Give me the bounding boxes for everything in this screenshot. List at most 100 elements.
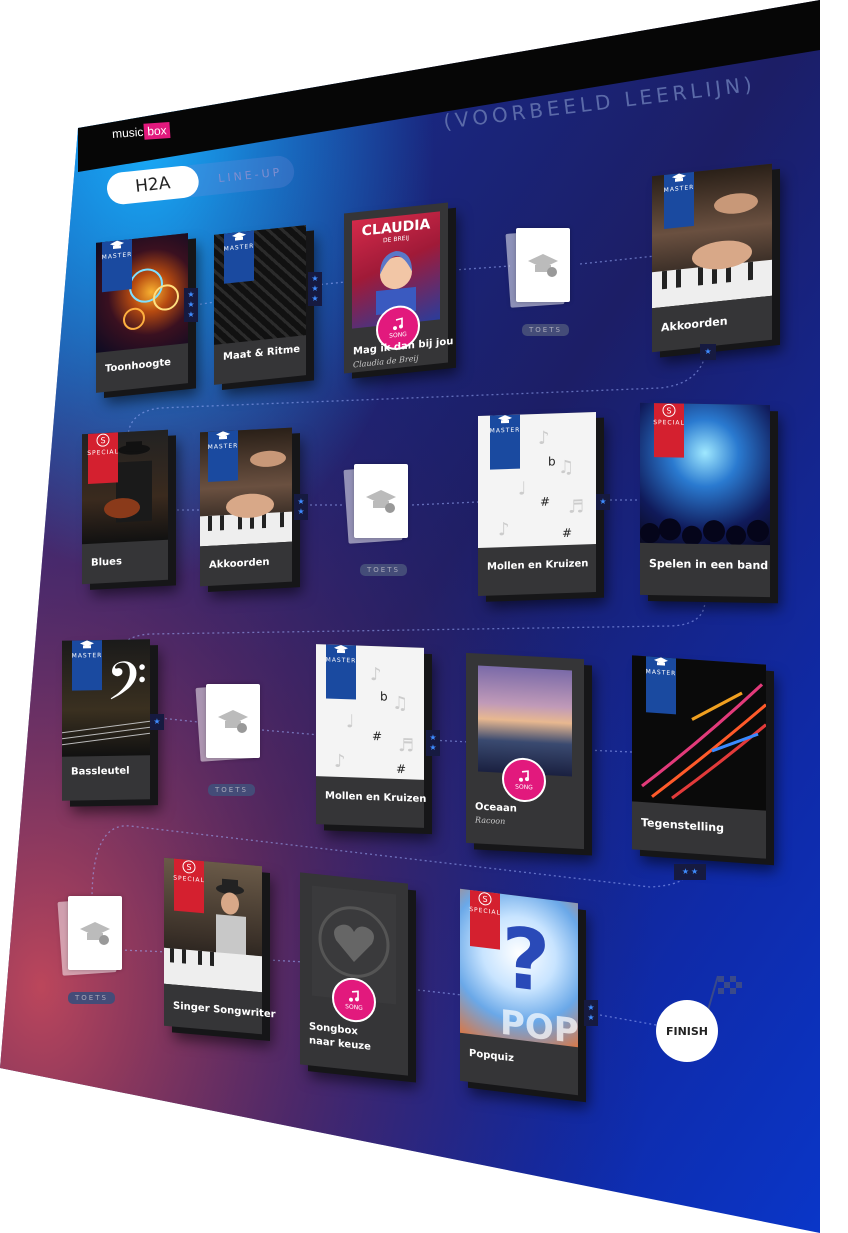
svg-text:♩: ♩ bbox=[346, 711, 354, 732]
svg-text:♩: ♩ bbox=[518, 478, 526, 499]
svg-text:#: # bbox=[396, 762, 406, 776]
ribbon-label: MASTER bbox=[645, 668, 677, 678]
svg-text:♬: ♬ bbox=[568, 496, 584, 518]
lesson-card-maat-ritme[interactable]: MASTER Maat & Ritme bbox=[214, 225, 306, 385]
graduation-cap-icon bbox=[654, 657, 668, 666]
toets-label: TOETS bbox=[360, 564, 407, 576]
star-icon: ★ bbox=[311, 274, 319, 283]
music-note-icon bbox=[519, 769, 529, 782]
lesson-card-akkoorden-1[interactable]: MASTER Akkoorden bbox=[652, 163, 772, 353]
ribbon-label: MASTER bbox=[325, 656, 357, 665]
card-title: Oceaan bbox=[475, 801, 517, 815]
svg-text:♪: ♪ bbox=[334, 751, 345, 772]
song-card-mag-ik-dan-bij-jou[interactable]: CLAUDIA DE BREIJ SONG Mag ik dan bij jou… bbox=[344, 202, 453, 374]
graduation-cap-icon bbox=[232, 232, 246, 241]
toets-label: TOETS bbox=[68, 992, 115, 1004]
svg-text:?: ? bbox=[502, 908, 551, 1012]
card-title: Tegenstelling bbox=[641, 815, 724, 835]
lesson-card-toonhoogte[interactable]: MASTER Toonhoogte bbox=[96, 233, 188, 393]
toets-test-card[interactable]: TOETS bbox=[505, 226, 588, 346]
graduation-cap-icon bbox=[80, 640, 94, 649]
lesson-card-tegenstelling[interactable]: MASTER Tegenstelling bbox=[632, 655, 766, 859]
special-ribbon: S SPECIAL bbox=[87, 432, 119, 484]
svg-text:#: # bbox=[562, 526, 572, 540]
lesson-card-bassleutel[interactable]: 𝄢 MASTER Bassleutel bbox=[62, 639, 150, 801]
lesson-card-mollen-en-kruizen-1[interactable]: ♪ ♫ ♩ ♬ ♪ b # # MASTER Mollen en Kruizen bbox=[478, 411, 596, 597]
ribbon-label: MASTER bbox=[489, 426, 521, 435]
star-icon: ★ bbox=[429, 743, 437, 752]
svg-text:♪: ♪ bbox=[370, 664, 381, 685]
star-icon: ★ bbox=[297, 507, 305, 516]
star-icon: ★ bbox=[311, 284, 319, 293]
card-title: Spelen in een band bbox=[649, 557, 769, 573]
test-sheet bbox=[68, 896, 122, 970]
graduation-cap-icon bbox=[218, 710, 248, 733]
ribbon-label: MASTER bbox=[101, 251, 133, 262]
ribbon-label: SPECIAL bbox=[173, 874, 205, 885]
song-card-songbox-naar-keuze[interactable]: SONG Songbox naar keuze bbox=[300, 872, 408, 1076]
star-icon: ★ bbox=[599, 497, 607, 506]
song-badge-label: SONG bbox=[389, 330, 407, 340]
star-icon: ★ bbox=[187, 290, 195, 299]
lesson-card-mollen-en-kruizen-2[interactable]: ♪ ♫ ♩ ♬ ♪ b # # MASTER Mollen en Kruizen bbox=[316, 644, 426, 828]
graduation-cap-icon bbox=[672, 173, 686, 182]
toets-label: TOETS bbox=[522, 324, 569, 336]
logo-text-box: box bbox=[143, 122, 171, 140]
card-title: Maat & Ritme bbox=[223, 343, 301, 363]
special-s-icon: S bbox=[478, 892, 492, 906]
special-s-icon: S bbox=[662, 403, 676, 417]
card-title: Akkoorden bbox=[209, 556, 270, 571]
special-ribbon: S SPECIAL bbox=[653, 403, 685, 458]
svg-text:b: b bbox=[380, 689, 388, 703]
lesson-card-spelen-in-een-band[interactable]: S SPECIAL Spelen in een band bbox=[640, 402, 770, 598]
star-rating: ★ bbox=[150, 714, 164, 730]
master-ribbon: MASTER bbox=[645, 656, 677, 715]
ribbon-label: SPECIAL bbox=[469, 905, 501, 917]
svg-text:S: S bbox=[186, 863, 191, 872]
toets-label: TOETS bbox=[208, 784, 255, 796]
svg-text:b: b bbox=[548, 454, 556, 468]
lesson-card-popquiz[interactable]: ? POP S SPECIAL Popquiz bbox=[460, 888, 578, 1096]
lesson-card-akkoorden-2[interactable]: MASTER Akkoorden bbox=[200, 427, 292, 587]
star-rating: ★ ★ ★ bbox=[184, 288, 198, 322]
lesson-card-blues[interactable]: S SPECIAL Blues bbox=[82, 429, 168, 585]
graduation-cap-icon bbox=[498, 415, 512, 424]
star-rating: ★ ★ ★ bbox=[308, 272, 322, 306]
graduation-cap-icon bbox=[216, 431, 230, 440]
star-icon: ★ bbox=[587, 1003, 595, 1012]
card-title: Singer Songwriter bbox=[173, 1000, 276, 1021]
graduation-cap-icon bbox=[366, 490, 396, 513]
special-ribbon: S SPECIAL bbox=[173, 858, 205, 914]
svg-text:#: # bbox=[372, 729, 382, 743]
graduation-cap-icon bbox=[110, 240, 124, 250]
master-ribbon: MASTER bbox=[223, 230, 255, 284]
special-s-icon: S bbox=[182, 860, 196, 874]
svg-text:♪: ♪ bbox=[498, 519, 509, 540]
tab-h2a[interactable]: H2A bbox=[105, 164, 201, 206]
ribbon-label: SPECIAL bbox=[87, 448, 119, 457]
toets-test-card[interactable]: TOETS bbox=[57, 894, 140, 1014]
star-icon: ★ bbox=[429, 733, 437, 742]
toets-test-card[interactable]: TOETS bbox=[195, 680, 278, 800]
star-rating: ★ ★ bbox=[426, 730, 440, 756]
ribbon-label: MASTER bbox=[223, 242, 255, 253]
lesson-card-singer-songwriter[interactable]: S SPECIAL Singer Songwriter bbox=[164, 857, 276, 1035]
star-icon: ★ bbox=[311, 294, 319, 303]
finish-marker[interactable]: FINISH bbox=[656, 1000, 718, 1062]
song-card-oceaan[interactable]: SONG Oceaan Racoon bbox=[466, 652, 584, 850]
star-icon: ★ bbox=[704, 347, 712, 356]
star-icon: ★ bbox=[153, 717, 161, 726]
card-title: Bassleutel bbox=[71, 765, 130, 778]
graduation-cap-icon bbox=[80, 922, 110, 945]
card-title-line-1: Songbox bbox=[309, 1021, 358, 1038]
star-icon: ★ bbox=[187, 300, 195, 309]
toets-test-card[interactable]: TOETS bbox=[343, 462, 426, 582]
graduation-cap-icon bbox=[334, 644, 348, 654]
svg-text:♪: ♪ bbox=[538, 428, 549, 449]
svg-text:POP: POP bbox=[500, 1003, 578, 1047]
svg-text:𝄢: 𝄢 bbox=[106, 651, 147, 726]
star-icon: ★ bbox=[691, 867, 699, 876]
star-icon: ★ bbox=[297, 497, 305, 506]
card-title-line-2: naar keuze bbox=[309, 1035, 371, 1053]
graduation-cap-icon bbox=[528, 254, 558, 277]
